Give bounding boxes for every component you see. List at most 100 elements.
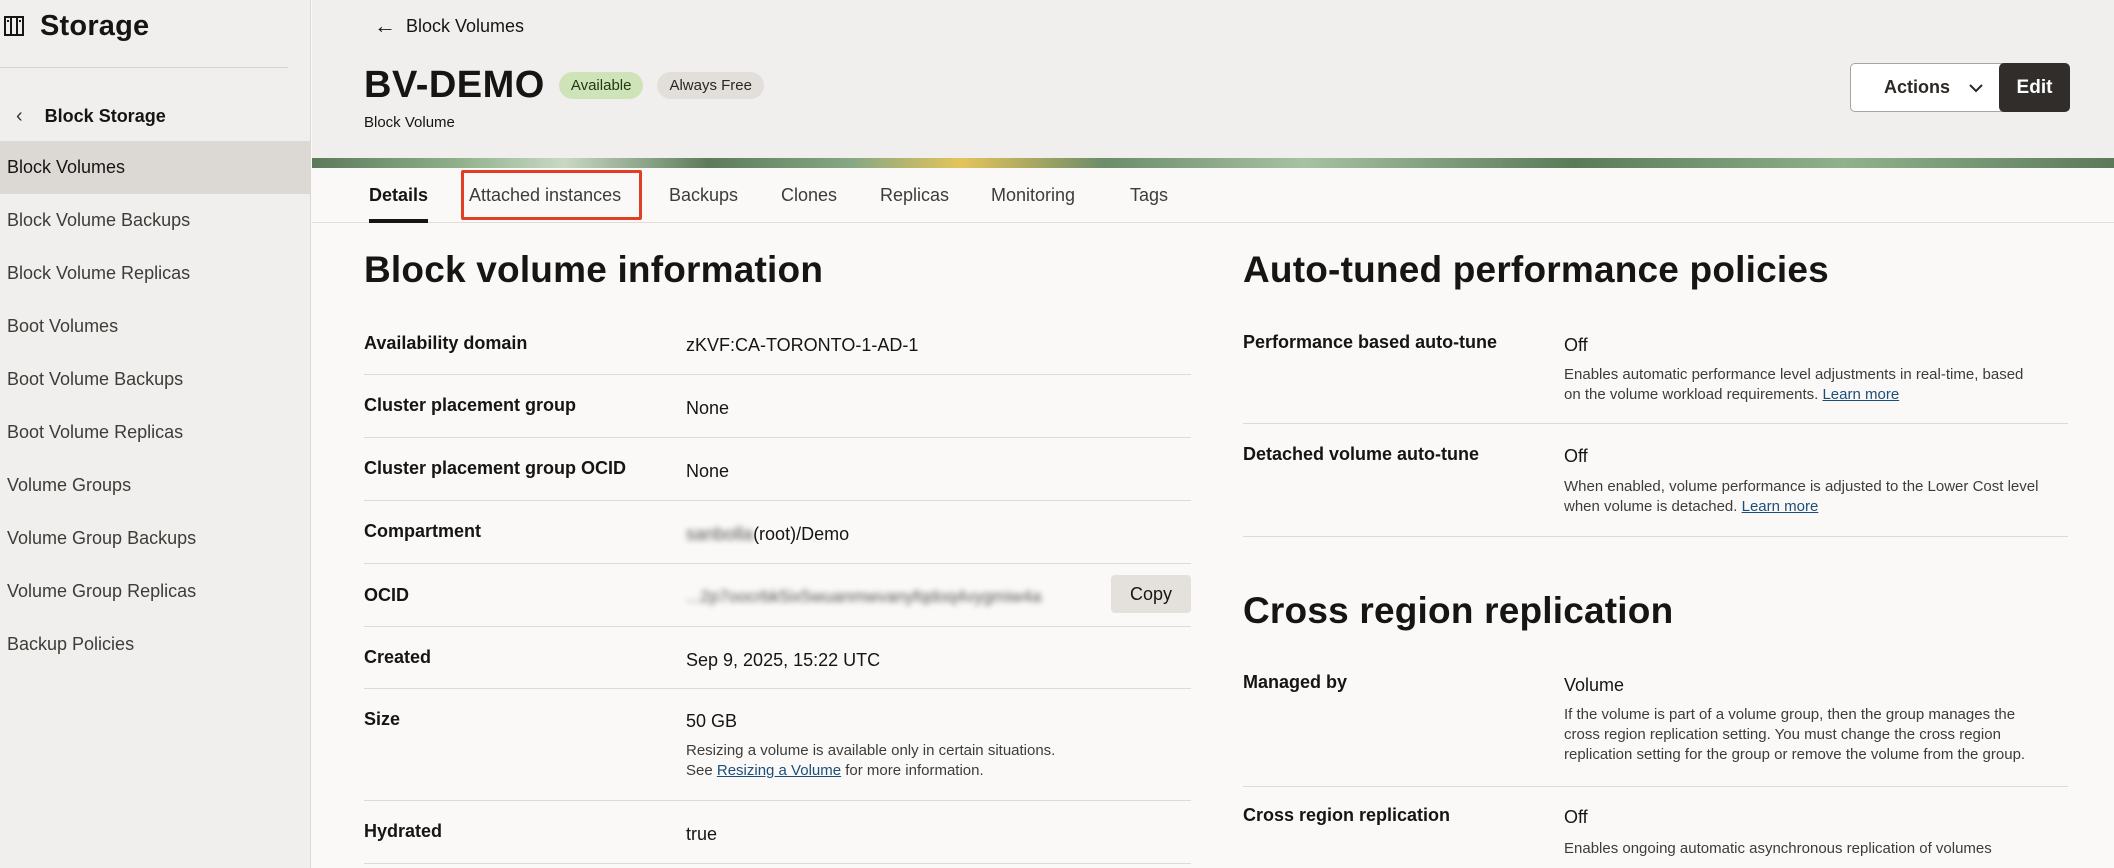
row-cluster-placement-group: Cluster placement group None: [364, 375, 1191, 438]
cross-region-replication-help: Enables ongoing automatic asynchronous r…: [1564, 840, 1992, 857]
row-managed-by: Managed by Volume If the volume is part …: [1243, 654, 2068, 787]
compartment-name-redacted: sanbolla: [686, 524, 754, 544]
header-decoration: [312, 158, 2114, 168]
tab-bar: Details Attached instances Backups Clone…: [312, 168, 2114, 223]
value-detached-auto-tune: Off: [1564, 446, 1588, 466]
row-cross-region-replication: Cross region replication Off Enables ong…: [1243, 787, 2068, 868]
value-size: 50 GB: [686, 711, 738, 731]
label-cluster-placement-group-ocid: Cluster placement group OCID: [364, 458, 627, 478]
label-ocid: OCID: [364, 585, 409, 605]
title-row: BV-DEMO Available Always Free: [364, 64, 764, 107]
sidebar-item-backup-policies[interactable]: Backup Policies: [0, 618, 311, 671]
label-performance-auto-tune: Performance based auto-tune: [1243, 332, 1498, 352]
size-help-prefix: See: [686, 762, 717, 779]
sidebar-item-volume-group-replicas[interactable]: Volume Group Replicas: [0, 565, 311, 618]
label-cluster-placement-group: Cluster placement group: [364, 395, 577, 415]
sidebar-item-block-volumes[interactable]: Block Volumes: [0, 141, 311, 194]
detached-help-text: when volume is detached.: [1564, 498, 1742, 515]
performance-help-text: on the volume workload requirements.: [1564, 386, 1823, 403]
page-header: ← Block Volumes BV-DEMO Available Always…: [312, 0, 2114, 168]
value-cluster-placement-group-ocid: None: [686, 461, 730, 481]
section-title-block-volume-information: Block volume information: [364, 249, 824, 290]
row-hydrated: Hydrated true: [364, 801, 1191, 864]
edit-button[interactable]: Edit: [1999, 63, 2070, 112]
performance-auto-tune-help-line2: on the volume workload requirements. Lea…: [1564, 385, 1899, 405]
size-help-suffix: for more information.: [841, 762, 984, 779]
learn-more-link[interactable]: Learn more: [1822, 386, 1899, 403]
managed-by-help-1: If the volume is part of a volume group,…: [1564, 706, 2016, 723]
tab-replicas[interactable]: Replicas: [880, 168, 949, 223]
sidebar-item-boot-volume-replicas[interactable]: Boot Volume Replicas: [0, 406, 311, 459]
value-performance-auto-tune: Off: [1564, 335, 1588, 355]
value-cluster-placement-group: None: [686, 398, 730, 418]
row-ocid: OCID ...2p7oocrbk5ix5wuanmwvanyfqdoq4vyg…: [364, 564, 1191, 627]
sidebar: Storage ‹ Block Storage Block Volumes Bl…: [0, 0, 311, 868]
chevron-left-icon: ‹: [16, 104, 23, 127]
value-created: Sep 9, 2025, 15:22 UTC: [686, 650, 881, 670]
tab-backups[interactable]: Backups: [669, 168, 738, 223]
value-managed-by: Volume: [1564, 675, 1625, 695]
label-size: Size: [364, 709, 401, 729]
tier-badge: Always Free: [657, 72, 764, 99]
tab-details[interactable]: Details: [369, 168, 429, 223]
detached-auto-tune-help: When enabled, volume performance is adju…: [1564, 478, 2039, 495]
section-title-cross-region-replication: Cross region replication: [1243, 590, 1674, 631]
tab-clones[interactable]: Clones: [781, 168, 837, 223]
row-detached-auto-tune: Detached volume auto-tune Off When enabl…: [1243, 424, 2068, 537]
back-label: Block Storage: [44, 105, 166, 126]
row-cluster-placement-group-ocid: Cluster placement group OCID None: [364, 438, 1191, 501]
row-compartment: Compartment sanbolla(root)/Demo: [364, 501, 1191, 564]
managed-by-help-3: replication setting for the group or rem…: [1564, 746, 2026, 763]
sidebar-item-boot-volume-backups[interactable]: Boot Volume Backups: [0, 353, 311, 406]
resizing-a-volume-link[interactable]: Resizing a Volume: [717, 762, 841, 779]
size-help-text: Resizing a volume is available only in c…: [686, 742, 1056, 759]
page-subtitle: Block Volume: [364, 114, 455, 131]
sidebar-nav: Block Volumes Block Volume Backups Block…: [0, 141, 311, 671]
app-title: Storage: [40, 9, 150, 42]
value-ocid: ...2p7oocrbk5ix5wuanmwvanyfqdoq4vygmiw4a: [686, 587, 1042, 606]
label-managed-by: Managed by: [1243, 672, 1348, 692]
label-compartment: Compartment: [364, 521, 482, 541]
brand: Storage: [0, 6, 149, 46]
value-hydrated: true: [686, 824, 718, 844]
sidebar-item-volume-group-backups[interactable]: Volume Group Backups: [0, 512, 311, 565]
back-to-block-storage[interactable]: ‹ Block Storage: [16, 100, 166, 132]
detached-auto-tune-help-line2: when volume is detached. Learn more: [1564, 497, 1818, 517]
tab-attached-instances[interactable]: Attached instances: [469, 168, 621, 223]
row-performance-auto-tune: Performance based auto-tune Off Enables …: [1243, 312, 2068, 424]
tab-monitoring[interactable]: Monitoring: [991, 168, 1075, 223]
sidebar-item-boot-volumes[interactable]: Boot Volumes: [0, 300, 311, 353]
copy-ocid-button[interactable]: Copy: [1111, 575, 1191, 613]
sidebar-item-block-volume-replicas[interactable]: Block Volume Replicas: [0, 247, 311, 300]
value-compartment[interactable]: sanbolla(root)/Demo: [686, 524, 849, 545]
label-hydrated: Hydrated: [364, 821, 443, 841]
value-cross-region-replication: Off: [1564, 807, 1588, 827]
learn-more-link[interactable]: Learn more: [1742, 498, 1819, 515]
managed-by-help-2: cross region replication setting. You mu…: [1564, 726, 2001, 743]
value-availability-domain: zKVF:CA-TORONTO-1-AD-1: [686, 335, 919, 355]
label-detached-auto-tune: Detached volume auto-tune: [1243, 444, 1480, 464]
actions-label: Actions: [1883, 77, 1950, 97]
status-badge: Available: [558, 72, 644, 99]
compartment-path: (root)/Demo: [753, 524, 850, 544]
label-cross-region-replication: Cross region replication: [1243, 805, 1451, 825]
section-title-auto-tuned-performance: Auto-tuned performance policies: [1243, 249, 1829, 290]
sidebar-item-block-volume-backups[interactable]: Block Volume Backups: [0, 194, 311, 247]
row-size: Size 50 GB Resizing a volume is availabl…: [364, 689, 1191, 801]
sidebar-divider: [0, 67, 288, 68]
page-title: BV-DEMO: [364, 64, 545, 106]
row-availability-domain: Availability domain zKVF:CA-TORONTO-1-AD…: [364, 312, 1191, 375]
sidebar-item-volume-groups[interactable]: Volume Groups: [0, 459, 311, 512]
breadcrumb-label: Block Volumes: [406, 15, 525, 36]
storage-icon: [2, 14, 26, 38]
label-created: Created: [364, 647, 432, 667]
label-availability-domain: Availability domain: [364, 333, 528, 353]
performance-auto-tune-help: Enables automatic performance level adju…: [1564, 366, 2024, 383]
tab-tags[interactable]: Tags: [1130, 168, 1168, 223]
arrow-left-icon: ←: [374, 13, 396, 38]
row-created: Created Sep 9, 2025, 15:22 UTC: [364, 627, 1191, 689]
size-help-link-line: See Resizing a Volume for more informati…: [686, 761, 984, 781]
actions-button[interactable]: Actions: [1850, 63, 2018, 112]
breadcrumb[interactable]: ← Block Volumes: [374, 14, 524, 38]
chevron-down-icon: [1968, 77, 1984, 98]
